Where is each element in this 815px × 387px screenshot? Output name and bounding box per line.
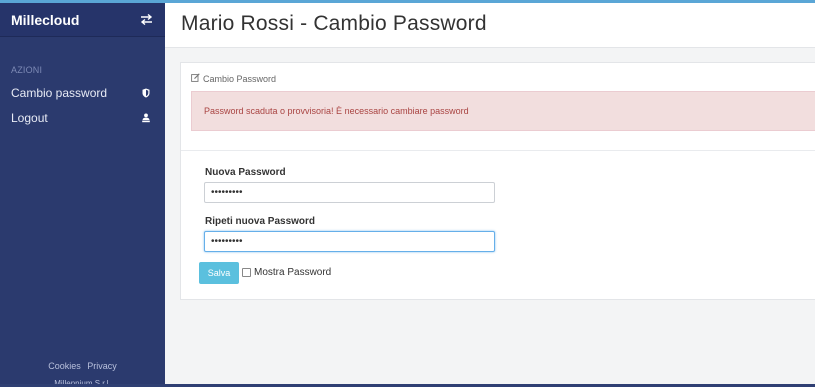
cookies-link[interactable]: Cookies <box>48 361 81 371</box>
app-name: Millecloud <box>11 11 80 28</box>
privacy-link[interactable]: Privacy <box>87 361 117 371</box>
expired-password-alert: Password scaduta o provvisoria! È necess… <box>191 91 815 131</box>
repeat-password-field[interactable] <box>204 231 495 252</box>
show-password-checkbox[interactable] <box>242 268 251 277</box>
sidebar-menu: Cambio password Logout <box>0 80 165 130</box>
sidebar-item-label: Logout <box>11 110 48 125</box>
sidebar-header: Millecloud <box>0 3 165 37</box>
new-password-field[interactable] <box>204 182 495 203</box>
page-title: Mario Rossi - Cambio Password <box>181 12 487 35</box>
panel-divider <box>181 150 815 151</box>
new-password-label: Nuova Password <box>205 167 286 178</box>
sidebar-section-label: AZIONI <box>11 65 43 75</box>
shield-icon <box>139 86 153 100</box>
sidebar-item-label: Cambio password <box>11 85 108 100</box>
sidebar-item-logout[interactable]: Logout <box>0 105 165 130</box>
save-button[interactable]: Salva <box>199 262 239 284</box>
sidebar-item-cambio-password[interactable]: Cambio password <box>0 80 165 105</box>
change-password-panel: Cambio Password Password scaduta o provv… <box>180 62 815 300</box>
repeat-password-label: Ripeti nuova Password <box>205 216 316 227</box>
edit-icon <box>191 73 200 84</box>
panel-heading: Cambio Password <box>191 73 276 84</box>
swap-arrows-icon[interactable] <box>140 14 153 25</box>
sidebar: Millecloud AZIONI Cambio password Logout <box>0 3 165 387</box>
show-password-label: Mostra Password <box>254 267 332 278</box>
sidebar-footer: Cookies Privacy <box>0 361 165 371</box>
users-icon <box>139 111 153 125</box>
show-password-toggle[interactable]: Mostra Password <box>242 267 331 278</box>
main-header: Mario Rossi - Cambio Password <box>165 3 815 48</box>
alert-text: Password scaduta o provvisoria! È necess… <box>204 106 469 116</box>
panel-heading-text: Cambio Password <box>203 73 277 84</box>
